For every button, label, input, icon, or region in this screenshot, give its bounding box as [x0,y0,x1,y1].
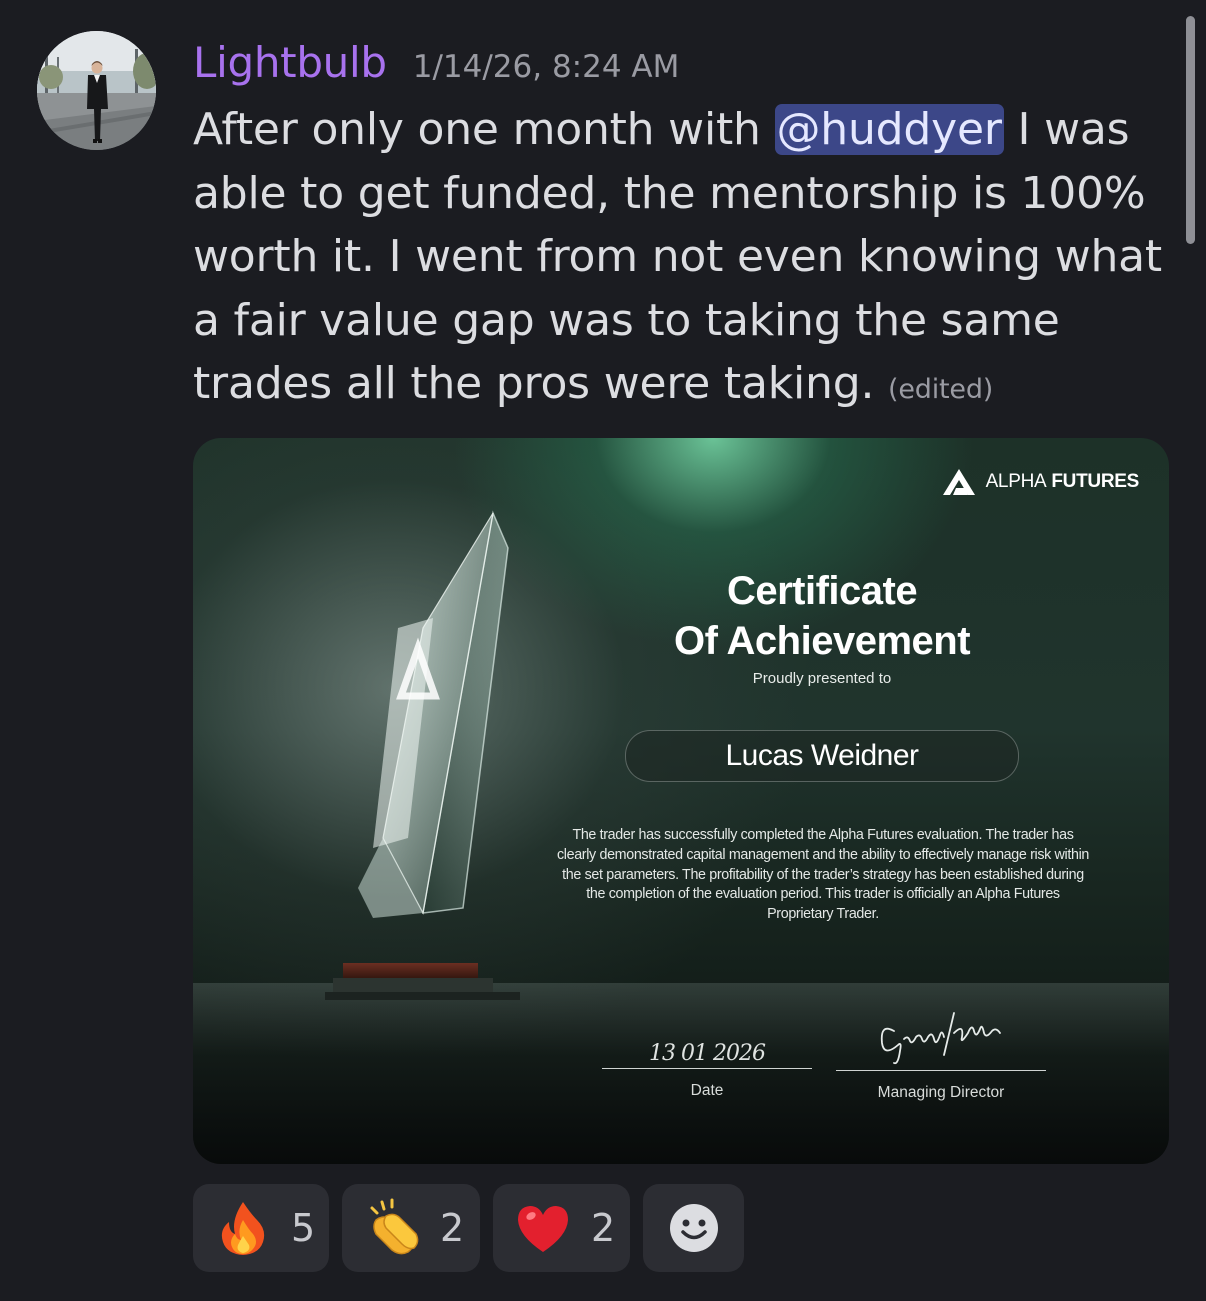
signature-graphic [880,1012,1001,1065]
reaction-count: 2 [440,1206,465,1250]
reaction-clapping-hands[interactable]: 2 [342,1184,480,1272]
reaction-count: 2 [591,1206,616,1250]
certificate-body-text: The trader has successfully completed th… [556,827,1090,923]
signature-block: Managing Director [836,993,1046,1102]
trophy-graphic [325,510,520,1000]
avatar-photo [37,31,156,150]
message-header: Lightbulb 1/14/26, 8:24 AM [193,38,679,94]
reaction-red-heart[interactable]: 2 [493,1184,630,1272]
red-heart-icon [518,1206,568,1252]
chat-view: Lightbulb 1/14/26, 8:24 AM After only on… [0,0,1206,1301]
alpha-futures-brand: ALPHA FUTURES [942,468,1139,496]
signer-label: Managing Director [877,1084,1005,1101]
username[interactable]: Lightbulb [193,38,387,87]
user-mention[interactable]: @huddyer [774,104,1004,155]
brand-futures-text: FUTURES [1051,471,1139,492]
certificate-title-line1: Certificate [726,569,918,613]
reactions-bar: 5 2 2 [193,1184,757,1272]
reaction-fire[interactable]: 5 [193,1184,329,1272]
certificate-date: 13 01 2026 [649,1041,766,1066]
certificate-title: Certificate Of Achievement [593,566,1051,666]
date-label: Date [690,1082,724,1099]
message-text-part: After only one month with [193,104,775,155]
brand-alpha-text: ALPHA [985,471,1047,492]
certificate-title-line2: Of Achievement [673,619,971,663]
avatar[interactable] [37,31,156,150]
signature-line [836,1070,1046,1071]
alpha-futures-logo-icon [942,469,975,495]
date-line [602,1068,812,1069]
date-block: 13 01 2026 Date [602,1028,812,1100]
scrollbar[interactable] [1186,16,1195,244]
clapping-hands-icon [370,1198,419,1255]
fire-icon [221,1202,265,1255]
timestamp[interactable]: 1/14/26, 8:24 AM [413,49,680,85]
recipient-name: Lucas Weidner [625,730,1019,782]
certificate-image[interactable]: ALPHA FUTURES Certificate Of Achievement… [193,438,1169,1164]
add-reaction-button[interactable] [643,1184,744,1272]
presented-label: Proudly presented to [752,670,892,687]
message-text: After only one month with @huddyer I was… [193,98,1183,422]
reaction-count: 5 [291,1206,316,1250]
edited-label[interactable]: (edited) [888,374,993,405]
add-reaction-icon [669,1204,718,1252]
